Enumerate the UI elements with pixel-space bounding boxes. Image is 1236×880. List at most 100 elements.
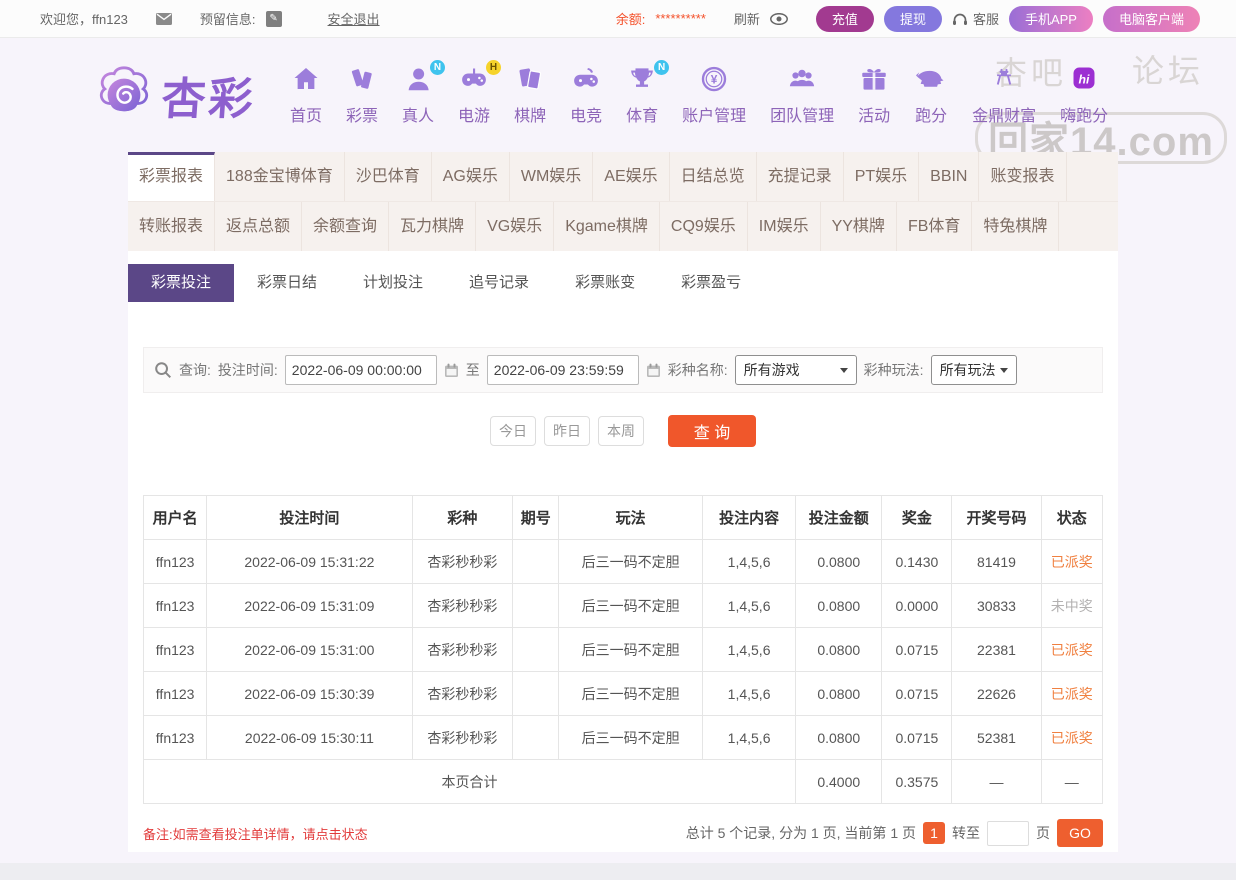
subtab-daily[interactable]: 彩票日结 (234, 264, 340, 302)
rhino-icon (914, 64, 948, 100)
tab-transfer-report[interactable]: 转账报表 (128, 202, 216, 251)
new-badge: N (654, 60, 670, 75)
headset-icon[interactable] (952, 12, 968, 26)
pagination: 总计 5 个记录, 分为 1 页, 当前第 1 页 1 转至 页 GO (686, 819, 1103, 847)
service-label[interactable]: 客服 (973, 9, 999, 28)
bet-time-label: 投注时间: (217, 362, 278, 378)
tab-ae[interactable]: AE娱乐 (593, 152, 670, 201)
pc-client-button[interactable]: 电脑客户端 (1102, 5, 1200, 32)
site-logo[interactable]: 杏彩 (94, 63, 257, 127)
live-person-icon: N (403, 60, 446, 100)
tab-deposit-records[interactable]: 充提记录 (757, 152, 844, 201)
subtab-bets[interactable]: 彩票投注 (128, 264, 235, 302)
today-button[interactable]: 今日 (490, 416, 536, 446)
tab-rebate-total[interactable]: 返点总额 (215, 202, 303, 251)
nav-item-live[interactable]: N 真人 (390, 60, 446, 126)
message-icon[interactable] (155, 12, 172, 25)
goto-page-input[interactable] (987, 820, 1029, 846)
topbar: 欢迎您，ffn123 预留信息: ✎ 安全退出 余额: ********** 刷… (0, 0, 1236, 38)
status-link[interactable]: 未中奖 (1040, 583, 1104, 628)
tab-daily-overview[interactable]: 日结总览 (670, 152, 757, 201)
time-to-input[interactable] (486, 355, 639, 385)
rose-logo-icon (99, 66, 149, 112)
deposit-button[interactable]: 充值 (815, 5, 874, 32)
page-1-button[interactable]: 1 (923, 822, 945, 844)
nav-item-lottery[interactable]: 彩票 (334, 64, 390, 126)
tab-balance-query[interactable]: 余额查询 (302, 202, 390, 251)
table-footer: 备注:如需查看投注单详情，请点击状态 总计 5 个记录, 分为 1 页, 当前第… (143, 818, 1103, 848)
status-link[interactable]: 已派奖 (1040, 715, 1104, 760)
people-icon (787, 64, 817, 100)
nav-item-paofen[interactable]: 跑分 (902, 64, 960, 126)
gamepad-icon: H (459, 60, 502, 100)
time-from-input[interactable] (284, 355, 437, 385)
main-panel: 彩票报表 188金宝博体育 沙巴体育 AG娱乐 WM娱乐 AE娱乐 日结总览 充… (128, 152, 1118, 852)
home-icon (291, 64, 321, 100)
nav-item-hipaofen[interactable]: hi 嗨跑分 (1048, 64, 1120, 126)
tab-kgame[interactable]: Kgame棋牌 (554, 202, 660, 251)
tab-wm[interactable]: WM娱乐 (510, 152, 594, 201)
chevron-down-icon (839, 367, 848, 373)
tab-pt[interactable]: PT娱乐 (844, 152, 920, 201)
nav-item-cards[interactable]: 棋牌 (502, 64, 558, 126)
tab-wali[interactable]: 瓦力棋牌 (389, 202, 477, 251)
lottery-select[interactable]: 所有游戏 (734, 355, 857, 385)
bets-table: 用户名 投注时间 彩种 期号 玩法 投注内容 投注金额 奖金 开奖号码 状态 f… (142, 495, 1104, 804)
subtab-account-change[interactable]: 彩票账变 (552, 264, 658, 302)
yesterday-button[interactable]: 昨日 (544, 416, 590, 446)
search-button[interactable]: 查 询 (668, 415, 756, 447)
tab-188-sports[interactable]: 188金宝博体育 (215, 152, 345, 201)
play-type-select[interactable]: 所有玩法 (930, 355, 1017, 385)
withdraw-button[interactable]: 提现 (883, 5, 942, 32)
page-total-label: 本页合计 (142, 759, 797, 804)
tab-yy[interactable]: YY棋牌 (821, 202, 897, 251)
tab-lottery-report[interactable]: 彩票报表 (128, 152, 216, 201)
logout-link[interactable]: 安全退出 (328, 9, 380, 28)
nav-item-team[interactable]: 团队管理 (758, 64, 846, 126)
tab-ag[interactable]: AG娱乐 (432, 152, 510, 201)
play-type-label: 彩种玩法: (863, 362, 924, 378)
total-amount: 0.4000 (795, 759, 883, 804)
refresh-link[interactable]: 刷新 (734, 9, 760, 28)
nav-item-jinding[interactable]: 金鼎财富 (960, 64, 1048, 126)
chevron-down-icon (999, 367, 1008, 373)
status-link[interactable]: 已派奖 (1040, 627, 1104, 672)
week-button[interactable]: 本周 (598, 416, 644, 446)
tab-im[interactable]: IM娱乐 (748, 202, 821, 251)
nav-item-egames[interactable]: H 电游 (446, 60, 502, 126)
trophy-icon: N (627, 60, 670, 100)
nav-item-esports[interactable]: 电竞 (558, 64, 614, 126)
esports-gamepad-icon (571, 64, 601, 100)
mobile-app-button[interactable]: 手机APP (1008, 5, 1093, 32)
report-tabs-row2: 转账报表 返点总额 余额查询 瓦力棋牌 VG娱乐 Kgame棋牌 CQ9娱乐 I… (128, 202, 1118, 251)
main-nav: 首页 彩票 N 真人 H 电游 棋牌 电竞 N 体育 ¥ 账户管理 团队管理 活… (278, 60, 1120, 126)
calendar-icon[interactable] (646, 363, 661, 378)
eye-icon[interactable] (769, 12, 788, 25)
nav-item-home[interactable]: 首页 (278, 64, 334, 126)
tab-account-change[interactable]: 账变报表 (979, 152, 1067, 201)
subtab-profit-loss[interactable]: 彩票盈亏 (658, 264, 764, 302)
status-link[interactable]: 已派奖 (1040, 539, 1104, 584)
subtab-chase[interactable]: 追号记录 (446, 264, 552, 302)
reserved-info-label: 预留信息: (199, 12, 256, 27)
nav-item-account[interactable]: ¥ 账户管理 (670, 64, 758, 126)
nav-item-promo[interactable]: 活动 (846, 64, 902, 126)
yuan-coin-icon: ¥ (699, 64, 729, 100)
tab-cq9[interactable]: CQ9娱乐 (660, 202, 748, 251)
tab-bbin[interactable]: BBIN (919, 152, 980, 201)
nav-item-sports[interactable]: N 体育 (614, 60, 670, 126)
edit-reserved-icon[interactable]: ✎ (265, 10, 282, 27)
tab-tetu[interactable]: 特兔棋牌 (972, 202, 1060, 251)
go-button[interactable]: GO (1057, 819, 1103, 847)
balance-label: 余额: (615, 12, 646, 27)
subtab-plan-bets[interactable]: 计划投注 (340, 264, 446, 302)
query-label: 查询: (179, 362, 211, 378)
pagination-summary: 总计 5 个记录, 分为 1 页, 当前第 1 页 (685, 825, 916, 841)
welcome-text: 欢迎您，ffn123 (40, 12, 128, 27)
table-row: ffn123 2022-06-09 15:30:39 杏彩秒秒彩 后三一码不定胆… (142, 671, 1104, 716)
tab-saba-sports[interactable]: 沙巴体育 (345, 152, 432, 201)
tab-vg[interactable]: VG娱乐 (476, 202, 555, 251)
calendar-icon[interactable] (444, 363, 459, 378)
status-link[interactable]: 已派奖 (1040, 671, 1104, 716)
tab-fb[interactable]: FB体育 (897, 202, 973, 251)
